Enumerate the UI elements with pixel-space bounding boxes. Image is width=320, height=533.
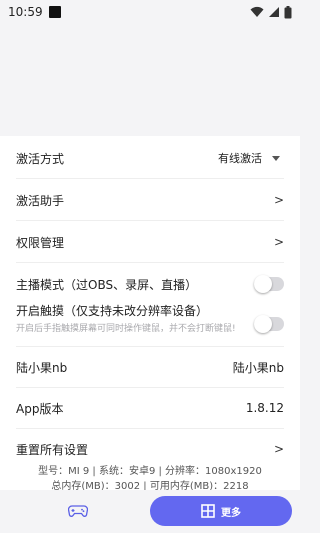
user-label: 陆小果nb — [16, 360, 68, 375]
streamer-mode-row: 主播模式（过OBS、录屏、直播） — [16, 273, 284, 295]
streamer-mode-label: 主播模式（过OBS、录屏、直播） — [16, 277, 198, 292]
grid-icon — [201, 504, 215, 518]
dropdown-arrow-icon — [272, 155, 280, 161]
divider — [16, 220, 284, 221]
touch-mode-toggle[interactable] — [254, 315, 284, 333]
settings-panel: 激活方式 有线激活 激活助手 > 权限管理 > 主播模式（过OBS、录屏、直播）… — [0, 136, 300, 492]
touch-mode-hint: 开启后手指触摸屏幕可同时操作键鼠，并不会打断键鼠! — [16, 324, 236, 334]
status-time: 10:59 — [8, 5, 43, 19]
app-version-value: 1.8.12 — [245, 401, 284, 415]
divider — [16, 387, 284, 388]
activation-mode-value: 有线激活 — [218, 152, 262, 165]
activation-mode-label: 激活方式 — [16, 151, 65, 166]
header-blank-area — [0, 24, 300, 136]
activation-mode-row[interactable]: 激活方式 有线激活 — [16, 147, 284, 169]
notification-icon — [48, 6, 61, 18]
permission-management-row[interactable]: 权限管理 > — [16, 231, 284, 253]
reset-all-row[interactable]: 重置所有设置 > — [16, 438, 284, 460]
touch-mode-row: 开启触摸（仅支持未改分辨率设备） 开启后手指触摸屏幕可同时操作键鼠，并不会打断键… — [16, 302, 284, 342]
chevron-right-icon: > — [273, 235, 284, 249]
streamer-mode-toggle[interactable] — [254, 275, 284, 293]
divider — [16, 346, 284, 347]
chevron-right-icon: > — [273, 193, 284, 207]
wifi-icon — [250, 6, 264, 17]
more-button[interactable]: 更多 — [150, 496, 292, 526]
user-value: 陆小果nb — [232, 360, 284, 375]
app-version-label: App版本 — [16, 401, 64, 416]
divider — [16, 262, 284, 263]
signal-icon — [269, 7, 279, 17]
chevron-right-icon: > — [273, 442, 284, 456]
more-label: 更多 — [221, 507, 241, 519]
user-row: 陆小果nb 陆小果nb — [16, 356, 284, 378]
divider — [16, 428, 284, 429]
app-version-row: App版本 1.8.12 — [16, 397, 284, 419]
divider — [16, 178, 284, 179]
toggle-knob — [254, 275, 272, 293]
permission-management-label: 权限管理 — [16, 235, 65, 250]
device-info-line1: 型号：MI 9 | 系统：安卓9 | 分辨率：1080x1920 — [38, 466, 262, 477]
toggle-knob — [254, 315, 272, 333]
activation-helper-label: 激活助手 — [16, 193, 65, 208]
battery-icon — [284, 5, 292, 18]
gamepad-icon[interactable] — [68, 504, 88, 518]
status-bar: 10:59 — [0, 0, 300, 24]
activation-mode-select[interactable]: 有线激活 — [218, 150, 284, 166]
touch-mode-label: 开启触摸（仅支持未改分辨率设备） — [16, 304, 209, 318]
activation-helper-row[interactable]: 激活助手 > — [16, 189, 284, 211]
reset-all-label: 重置所有设置 — [16, 442, 89, 457]
bottom-bar: 更多 — [0, 490, 300, 533]
